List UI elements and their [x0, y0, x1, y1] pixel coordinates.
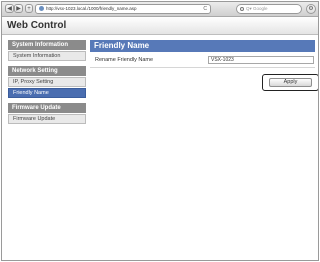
friendly-name-label: Rename Friendly Name	[95, 57, 154, 63]
page-title: Web Control	[7, 20, 67, 31]
url-text: http://vsx-1023.local./1000/friendly_nam…	[46, 6, 137, 11]
browser-window: ◀ ▶ + http://vsx-1023.local./1000/friend…	[1, 1, 319, 261]
sidebar-item-system-information[interactable]: System Information	[8, 51, 86, 61]
gear-icon: ⚙	[308, 6, 314, 12]
panel-title: Friendly Name	[90, 40, 315, 52]
friendly-name-row: Rename Friendly Name	[90, 55, 315, 68]
sidebar: System Information System Information Ne…	[8, 40, 86, 125]
main-panel: Friendly Name Rename Friendly Name Apply	[90, 40, 318, 91]
sidebar-item-ip-proxy-setting[interactable]: IP, Proxy Setting	[8, 77, 86, 87]
back-button[interactable]: ◀	[5, 4, 14, 13]
address-bar[interactable]: http://vsx-1023.local./1000/friendly_nam…	[35, 4, 211, 14]
search-icon	[240, 7, 244, 11]
section-heading-system-information: System Information	[8, 40, 86, 50]
add-tab-button[interactable]: +	[25, 4, 33, 13]
search-input[interactable]: Q▾ Google	[236, 4, 302, 14]
sidebar-item-friendly-name[interactable]: Friendly Name	[8, 88, 86, 98]
friendly-name-input[interactable]	[208, 56, 314, 64]
plus-icon: +	[27, 6, 31, 12]
reload-icon[interactable]: C	[203, 5, 207, 13]
sidebar-item-firmware-update[interactable]: Firmware Update	[8, 114, 86, 124]
globe-icon	[39, 6, 44, 11]
apply-highlight: Apply	[262, 74, 318, 91]
section-heading-firmware-update: Firmware Update	[8, 103, 86, 113]
search-placeholder: Q▾ Google	[246, 6, 268, 11]
section-heading-network-setting: Network Setting	[8, 66, 86, 76]
page-header: Web Control	[2, 17, 318, 35]
settings-button[interactable]: ⚙	[306, 4, 316, 14]
forward-arrow-icon: ▶	[16, 6, 21, 12]
browser-toolbar: ◀ ▶ + http://vsx-1023.local./1000/friend…	[2, 2, 318, 17]
forward-button[interactable]: ▶	[14, 4, 23, 13]
apply-button[interactable]: Apply	[269, 78, 312, 87]
back-arrow-icon: ◀	[7, 6, 12, 12]
